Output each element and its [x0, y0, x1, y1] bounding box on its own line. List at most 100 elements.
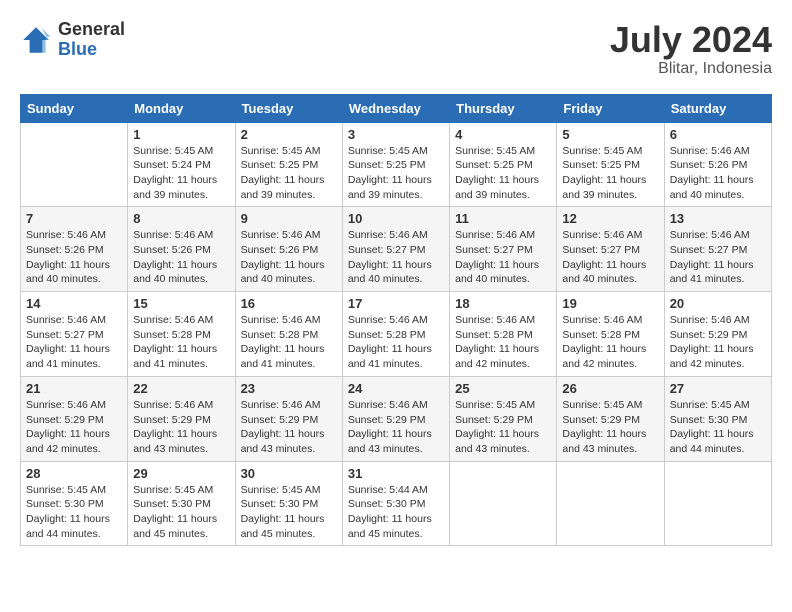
day-number: 17 — [348, 296, 444, 311]
day-number: 16 — [241, 296, 337, 311]
day-number: 23 — [241, 381, 337, 396]
calendar-header-row: SundayMondayTuesdayWednesdayThursdayFrid… — [21, 94, 772, 122]
calendar-cell: 4Sunrise: 5:45 AMSunset: 5:25 PMDaylight… — [450, 122, 557, 207]
cell-info: Sunrise: 5:44 AMSunset: 5:30 PMDaylight:… — [348, 483, 444, 542]
calendar-cell: 18 Sunrise: 5:46 AMSunset: 5:28 PMDayligh… — [450, 292, 557, 377]
page-header: General Blue July 2024 Blitar, Indonesia — [20, 20, 772, 78]
cell-info: Sunrise: 5:45 AMSunset: 5:30 PMDaylight:… — [241, 483, 337, 542]
day-number: 6 — [670, 127, 766, 142]
cell-info: Sunrise: 5:45 AMSunset: 5:25 PMDaylight:… — [348, 144, 444, 203]
day-number: 24 — [348, 381, 444, 396]
calendar-cell: 15 Sunrise: 5:46 AMSunset: 5:28 PMDayligh… — [128, 292, 235, 377]
cell-info: Sunrise: 5:45 AMSunset: 5:29 PMDaylight:… — [455, 398, 551, 457]
calendar-cell: 14Sunrise: 5:46 AMSunset: 5:27 PMDayligh… — [21, 292, 128, 377]
cell-info: Sunrise: 5:45 AMSunset: 5:30 PMDaylight:… — [670, 398, 766, 457]
day-number: 3 — [348, 127, 444, 142]
day-number: 20 — [670, 296, 766, 311]
day-number: 26 — [562, 381, 658, 396]
cell-info: Sunrise: 5:45 AMSunset: 5:30 PMDaylight:… — [133, 483, 229, 542]
calendar-week-row: 14Sunrise: 5:46 AMSunset: 5:27 PMDayligh… — [21, 292, 772, 377]
calendar-title: July 2024 — [610, 20, 772, 60]
day-number: 11 — [455, 211, 551, 226]
logo-text: General Blue — [58, 20, 125, 60]
cell-info: Sunrise: 5:46 AMSunset: 5:28 PMDaylight:… — [133, 313, 229, 372]
calendar-cell: 10 Sunrise: 5:46 AMSunset: 5:27 PMDayligh… — [342, 207, 449, 292]
cell-info: Sunrise: 5:46 AMSunset: 5:29 PMDaylight:… — [133, 398, 229, 457]
calendar-cell — [664, 461, 771, 546]
cell-info: Sunrise: 5:46 AMSunset: 5:29 PMDaylight:… — [26, 398, 122, 457]
calendar-cell: 27 Sunrise: 5:45 AMSunset: 5:30 PMDayligh… — [664, 376, 771, 461]
column-header-monday: Monday — [128, 94, 235, 122]
calendar-cell: 17Sunrise: 5:46 AMSunset: 5:28 PMDayligh… — [342, 292, 449, 377]
logo-blue-text: Blue — [58, 40, 125, 60]
logo-icon — [20, 24, 52, 56]
calendar-week-row: 7 Sunrise: 5:46 AMSunset: 5:26 PMDaylight… — [21, 207, 772, 292]
calendar-week-row: 1Sunrise: 5:45 AMSunset: 5:24 PMDaylight… — [21, 122, 772, 207]
cell-info: Sunrise: 5:45 AMSunset: 5:25 PMDaylight:… — [241, 144, 337, 203]
calendar-cell: 7 Sunrise: 5:46 AMSunset: 5:26 PMDaylight… — [21, 207, 128, 292]
calendar-cell: 22Sunrise: 5:46 AMSunset: 5:29 PMDayligh… — [128, 376, 235, 461]
calendar-cell: 19 Sunrise: 5:46 AMSunset: 5:28 PMDayligh… — [557, 292, 664, 377]
cell-info: Sunrise: 5:46 AMSunset: 5:27 PMDaylight:… — [562, 228, 658, 287]
calendar-table: SundayMondayTuesdayWednesdayThursdayFrid… — [20, 94, 772, 547]
day-number: 18 — [455, 296, 551, 311]
calendar-cell — [557, 461, 664, 546]
calendar-cell: 31 Sunrise: 5:44 AMSunset: 5:30 PMDayligh… — [342, 461, 449, 546]
calendar-cell: 30 Sunrise: 5:45 AMSunset: 5:30 PMDayligh… — [235, 461, 342, 546]
cell-info: Sunrise: 5:45 AMSunset: 5:25 PMDaylight:… — [562, 144, 658, 203]
day-number: 29 — [133, 466, 229, 481]
day-number: 15 — [133, 296, 229, 311]
cell-info: Sunrise: 5:46 AMSunset: 5:29 PMDaylight:… — [348, 398, 444, 457]
day-number: 31 — [348, 466, 444, 481]
cell-info: Sunrise: 5:46 AMSunset: 5:27 PMDaylight:… — [670, 228, 766, 287]
day-number: 30 — [241, 466, 337, 481]
cell-info: Sunrise: 5:45 AMSunset: 5:25 PMDaylight:… — [455, 144, 551, 203]
calendar-cell: 29 Sunrise: 5:45 AMSunset: 5:30 PMDayligh… — [128, 461, 235, 546]
calendar-location: Blitar, Indonesia — [610, 60, 772, 78]
day-number: 25 — [455, 381, 551, 396]
day-number: 19 — [562, 296, 658, 311]
cell-info: Sunrise: 5:46 AMSunset: 5:26 PMDaylight:… — [670, 144, 766, 203]
cell-info: Sunrise: 5:46 AMSunset: 5:26 PMDaylight:… — [26, 228, 122, 287]
cell-info: Sunrise: 5:45 AMSunset: 5:29 PMDaylight:… — [562, 398, 658, 457]
column-header-friday: Friday — [557, 94, 664, 122]
calendar-cell — [450, 461, 557, 546]
calendar-cell — [21, 122, 128, 207]
calendar-cell: 25 Sunrise: 5:45 AMSunset: 5:29 PMDayligh… — [450, 376, 557, 461]
calendar-cell: 20 Sunrise: 5:46 AMSunset: 5:29 PMDayligh… — [664, 292, 771, 377]
day-number: 8 — [133, 211, 229, 226]
column-header-thursday: Thursday — [450, 94, 557, 122]
cell-info: Sunrise: 5:46 AMSunset: 5:28 PMDaylight:… — [241, 313, 337, 372]
calendar-cell: 24 Sunrise: 5:46 AMSunset: 5:29 PMDayligh… — [342, 376, 449, 461]
calendar-cell: 11 Sunrise: 5:46 AMSunset: 5:27 PMDayligh… — [450, 207, 557, 292]
column-header-saturday: Saturday — [664, 94, 771, 122]
column-header-wednesday: Wednesday — [342, 94, 449, 122]
logo: General Blue — [20, 20, 125, 60]
calendar-cell: 3 Sunrise: 5:45 AMSunset: 5:25 PMDaylight… — [342, 122, 449, 207]
cell-info: Sunrise: 5:46 AMSunset: 5:27 PMDaylight:… — [455, 228, 551, 287]
day-number: 10 — [348, 211, 444, 226]
day-number: 28 — [26, 466, 122, 481]
calendar-cell: 1Sunrise: 5:45 AMSunset: 5:24 PMDaylight… — [128, 122, 235, 207]
cell-info: Sunrise: 5:46 AMSunset: 5:28 PMDaylight:… — [562, 313, 658, 372]
day-number: 27 — [670, 381, 766, 396]
calendar-cell: 28 Sunrise: 5:45 AMSunset: 5:30 PMDayligh… — [21, 461, 128, 546]
calendar-cell: 8Sunrise: 5:46 AMSunset: 5:26 PMDaylight… — [128, 207, 235, 292]
column-header-sunday: Sunday — [21, 94, 128, 122]
cell-info: Sunrise: 5:45 AMSunset: 5:30 PMDaylight:… — [26, 483, 122, 542]
cell-info: Sunrise: 5:46 AMSunset: 5:28 PMDaylight:… — [455, 313, 551, 372]
cell-info: Sunrise: 5:46 AMSunset: 5:26 PMDaylight:… — [241, 228, 337, 287]
day-number: 2 — [241, 127, 337, 142]
calendar-cell: 9 Sunrise: 5:46 AMSunset: 5:26 PMDaylight… — [235, 207, 342, 292]
title-block: July 2024 Blitar, Indonesia — [610, 20, 772, 78]
cell-info: Sunrise: 5:46 AMSunset: 5:29 PMDaylight:… — [670, 313, 766, 372]
day-number: 7 — [26, 211, 122, 226]
day-number: 1 — [133, 127, 229, 142]
day-number: 9 — [241, 211, 337, 226]
day-number: 5 — [562, 127, 658, 142]
calendar-cell: 21Sunrise: 5:46 AMSunset: 5:29 PMDayligh… — [21, 376, 128, 461]
logo-general-text: General — [58, 20, 125, 40]
column-header-tuesday: Tuesday — [235, 94, 342, 122]
cell-info: Sunrise: 5:46 AMSunset: 5:27 PMDaylight:… — [348, 228, 444, 287]
calendar-cell: 16 Sunrise: 5:46 AMSunset: 5:28 PMDayligh… — [235, 292, 342, 377]
